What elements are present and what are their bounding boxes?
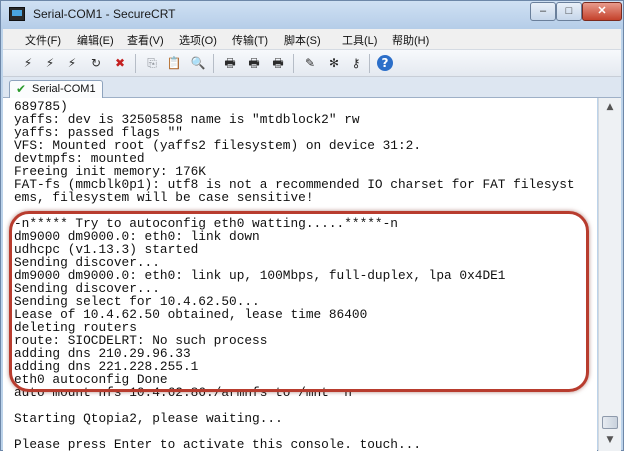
disconnect-icon[interactable]: ✖: [111, 55, 129, 71]
window-title: Serial-COM1 - SecureCRT: [33, 7, 176, 21]
tab-serial-com1[interactable]: ✔ Serial-COM1: [9, 80, 103, 98]
find-icon[interactable]: 🔍: [189, 55, 207, 71]
print-icon[interactable]: 🖶: [245, 55, 263, 71]
close-button[interactable]: ✕: [582, 2, 622, 21]
menu-view[interactable]: 查看(V): [127, 32, 164, 48]
securecrt-app-icon: [9, 7, 25, 21]
toolbar-separator: [293, 54, 294, 73]
vertical-scrollbar[interactable]: ▲ ▼: [598, 98, 621, 451]
menu-bar: 文件(F) 编辑(E) 查看(V) 选项(O) 传输(T) 脚本(S) 工具(L…: [3, 29, 621, 49]
menu-tools[interactable]: 工具(L): [342, 32, 377, 48]
connect-icon[interactable]: ⚡: [19, 55, 37, 71]
menu-help[interactable]: 帮助(H): [392, 32, 429, 48]
quick-connect-icon[interactable]: ⚡: [41, 55, 59, 71]
scroll-down-arrow-icon[interactable]: ▼: [602, 433, 618, 447]
terminal-output[interactable]: 689785) yaffs: dev is 32505858 name is "…: [3, 98, 597, 451]
toolbar-separator: [213, 54, 214, 73]
menu-file[interactable]: 文件(F): [25, 32, 61, 48]
global-options-icon[interactable]: ✻: [325, 55, 343, 71]
help-icon[interactable]: ?: [377, 55, 393, 71]
menu-script[interactable]: 脚本(S): [284, 32, 321, 48]
toolbar-separator: [135, 54, 136, 73]
checkmark-icon: ✔: [16, 82, 27, 96]
menu-transfer[interactable]: 传输(T): [232, 32, 268, 48]
print-setup-icon[interactable]: 🖶: [221, 55, 239, 71]
terminal-line: Starting Qtopia2, please waiting...: [14, 411, 283, 426]
minimize-button[interactable]: –: [530, 2, 556, 21]
keymap-icon[interactable]: ⚷: [347, 55, 365, 71]
scroll-up-arrow-icon[interactable]: ▲: [602, 100, 618, 114]
securecrt-window: Serial-COM1 - SecureCRT – □ ✕ 文件(F) 编辑(E…: [0, 0, 624, 451]
menu-edit[interactable]: 编辑(E): [77, 32, 114, 48]
maximize-button[interactable]: □: [556, 2, 582, 21]
terminal-line: ems, filesystem will be case sensitive!: [14, 190, 314, 205]
title-bar[interactable]: Serial-COM1 - SecureCRT – □ ✕: [1, 1, 623, 29]
menu-options[interactable]: 选项(O): [179, 32, 217, 48]
copy-icon[interactable]: ⎘: [143, 55, 161, 71]
paste-icon[interactable]: 📋: [165, 55, 183, 71]
toolbar-separator: [369, 54, 370, 73]
connect-tab-icon[interactable]: ⚡: [63, 55, 81, 71]
tab-bar: ✔ Serial-COM1: [3, 77, 621, 98]
terminal-line: Please press Enter to activate this cons…: [14, 437, 422, 451]
terminal-line: auto mount nfs 10.4.62.86:/armnfs to /mn…: [14, 385, 352, 400]
scroll-thumb[interactable]: [602, 416, 618, 429]
log-icon[interactable]: 🖶: [269, 55, 287, 71]
toolbar: ⚡ ⚡ ⚡ ↻ ✖ ⎘ 📋 🔍 🖶 🖶 🖶 ✎ ✻ ⚷ ?: [3, 49, 621, 77]
tab-label: Serial-COM1: [32, 83, 96, 95]
session-options-icon[interactable]: ✎: [301, 55, 319, 71]
reconnect-icon[interactable]: ↻: [87, 55, 105, 71]
